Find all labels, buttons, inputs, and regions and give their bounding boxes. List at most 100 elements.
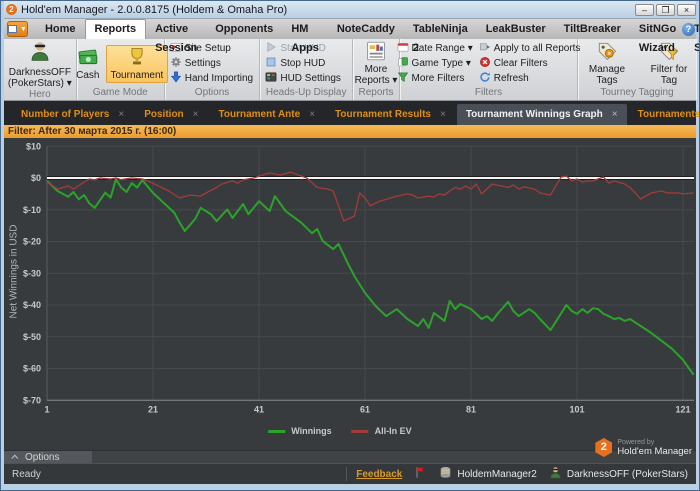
- ribbon-tab-home[interactable]: Home: [36, 20, 85, 39]
- ribbon-group-reports: More Reports ▾ Reports: [353, 39, 400, 100]
- clear-filters-button[interactable]: Clear Filters: [479, 56, 581, 71]
- report-tab-tournaments[interactable]: Tournaments×: [629, 104, 699, 125]
- hud-settings-icon: [265, 71, 277, 86]
- tab-close-icon[interactable]: ×: [440, 109, 446, 120]
- svg-text:21: 21: [148, 404, 158, 414]
- group-caption-hud: Heads-Up Display: [265, 87, 347, 98]
- hud-settings-button[interactable]: HUD Settings: [265, 71, 341, 86]
- svg-text:$-50: $-50: [23, 332, 41, 342]
- ribbon-tab-sitngo-wizard[interactable]: SitNGo Wizard: [630, 20, 685, 54]
- apply-all-icon: [479, 41, 491, 56]
- svg-text:$-10: $-10: [23, 205, 41, 215]
- account-indicator[interactable]: HoldemManager2: [439, 466, 537, 482]
- ribbon-tab-row: ▼ Home Reports Active Session Opponents HM A…: [4, 18, 699, 54]
- group-caption-options: Options: [194, 87, 230, 98]
- group-caption-filters: Filters: [474, 87, 503, 98]
- winnings-swatch-icon: [268, 429, 286, 433]
- trophy-icon: [127, 47, 147, 70]
- ribbon-tab-hm-apps[interactable]: HM Apps: [282, 20, 328, 54]
- play-icon: [265, 41, 277, 56]
- svg-text:101: 101: [569, 404, 584, 414]
- ribbon-tab-leakbuster[interactable]: LeakBuster: [477, 20, 555, 39]
- tab-close-icon[interactable]: ×: [118, 109, 124, 120]
- hm2-hex-logo-icon: 2: [595, 438, 613, 457]
- help-icon[interactable]: ?: [682, 23, 695, 36]
- ribbon-tab-tableninja-2[interactable]: TableNinja 2: [404, 20, 477, 54]
- report-tab-tournament-winnings-graph[interactable]: Tournament Winnings Graph ×: [456, 104, 627, 125]
- hero-avatar-icon: [29, 40, 51, 67]
- svg-text:121: 121: [675, 404, 690, 414]
- report-tab-tournament-results[interactable]: Tournament Results ×: [326, 104, 455, 125]
- winnings-graph-panel: Net Winnings in USD $10 $0 $-10 $-20 $-30 $-4…: [4, 138, 696, 450]
- minimize-button[interactable]: –: [635, 3, 654, 16]
- tag-gear-icon: [597, 41, 617, 64]
- ribbon-group-filters: Date Range ▾ Game Type ▾ More Filters Ap…: [397, 39, 581, 100]
- cash-icon: [77, 47, 99, 70]
- divider: [346, 467, 348, 481]
- status-text: Ready: [12, 468, 41, 480]
- ribbon-tab-tiltbreaker[interactable]: TiltBreaker: [555, 20, 630, 39]
- ribbon-tab-active-session[interactable]: Active Session: [146, 20, 206, 54]
- feedback-link[interactable]: Feedback: [356, 469, 402, 480]
- ribbon-group-hero: DarknessOFF (PokerStars) ▾ Hero: [4, 39, 77, 100]
- svg-text:$-70: $-70: [23, 395, 41, 405]
- cards-icon: [397, 56, 409, 71]
- stop-icon: [265, 56, 277, 71]
- stop-hud-button[interactable]: Stop HUD: [265, 56, 325, 71]
- report-tab-tournament-ante[interactable]: Tournament Ante ×: [210, 104, 325, 125]
- bar-chart-icon: [366, 41, 386, 64]
- report-tab-position[interactable]: Position ×: [135, 104, 207, 125]
- app-menu-button[interactable]: ▼: [7, 21, 28, 37]
- hero-player-button[interactable]: DarknessOFF (PokerStars) ▾: [6, 67, 74, 89]
- hm2-logo-icon: 2: [6, 4, 17, 15]
- coin-stack-icon: [439, 466, 452, 482]
- clear-filters-icon: [479, 56, 491, 71]
- filter-bar: Filter: After 30 марта 2015 г. (16:00): [4, 125, 696, 138]
- ribbon-tab-opponents[interactable]: Opponents: [206, 20, 282, 39]
- apply-to-all-reports-button[interactable]: Apply to all Reports: [479, 41, 580, 56]
- svg-text:41: 41: [254, 404, 264, 414]
- calendar-icon: [397, 41, 409, 56]
- settings-button[interactable]: Settings: [170, 56, 221, 71]
- group-caption-tagging: Tourney Tagging: [600, 87, 674, 98]
- app-window: 2 Hold'em Manager - 2.0.0.8175 (Holdem &…: [0, 0, 700, 491]
- date-range-button[interactable]: Date Range ▾: [397, 41, 473, 56]
- svg-text:61: 61: [360, 404, 370, 414]
- tab-close-icon[interactable]: ×: [612, 109, 618, 120]
- ribbon-tab-reports[interactable]: Reports: [84, 19, 147, 39]
- hand-importing-button[interactable]: Hand Importing: [170, 71, 253, 86]
- gear-icon: [170, 56, 182, 71]
- cash-button[interactable]: Cash: [72, 46, 103, 82]
- svg-text:$0: $0: [31, 173, 41, 183]
- legend-item-allin-ev: All-In EV: [351, 426, 412, 436]
- manage-tags-button[interactable]: Manage Tags: [579, 40, 635, 87]
- chevron-down-icon: ▼: [20, 25, 27, 33]
- ribbon-group-game-mode: Cash Tournament Game Mode: [76, 39, 169, 100]
- tab-close-icon[interactable]: ×: [309, 109, 315, 120]
- options-row: Options: [4, 450, 696, 463]
- svg-text:$-60: $-60: [23, 364, 41, 374]
- tab-close-icon[interactable]: ×: [193, 109, 199, 120]
- report-tab-bar: Number of Players × Position × Tournament An…: [4, 101, 699, 125]
- legend-item-winnings: Winnings: [268, 426, 332, 436]
- winnings-chart: $10$0$-10$-20$-30$-40$-50$-60$-701 21 41 61…: [23, 141, 695, 414]
- report-tab-number-of-players[interactable]: Number of Players ×: [12, 104, 133, 125]
- group-caption-hero: Hero: [29, 89, 51, 100]
- close-button[interactable]: ×: [677, 3, 696, 16]
- group-caption-reports: Reports: [358, 87, 394, 98]
- more-filters-button[interactable]: More Filters: [397, 71, 473, 86]
- svg-text:$-40: $-40: [23, 300, 41, 310]
- more-reports-button[interactable]: More Reports ▾: [350, 40, 402, 87]
- maximize-button[interactable]: ❐: [656, 3, 675, 16]
- y-axis-title: Net Winnings in USD: [8, 224, 20, 319]
- refresh-icon: [479, 71, 491, 86]
- options-toggle[interactable]: Options: [4, 451, 92, 463]
- svg-text:$10: $10: [26, 141, 41, 151]
- ribbon-group-tagging: Manage Tags Filter for Tag Tourney Taggi…: [578, 39, 696, 100]
- ribbon-tab-notecaddy[interactable]: NoteCaddy: [328, 20, 404, 39]
- game-type-button[interactable]: Game Type ▾: [397, 56, 473, 71]
- svg-text:$-20: $-20: [23, 237, 41, 247]
- hero-indicator[interactable]: DarknessOFF (PokerStars): [549, 466, 688, 482]
- status-bar: Ready Feedback HoldemManager2 DarknessOF…: [4, 463, 696, 484]
- refresh-button[interactable]: Refresh: [479, 71, 581, 86]
